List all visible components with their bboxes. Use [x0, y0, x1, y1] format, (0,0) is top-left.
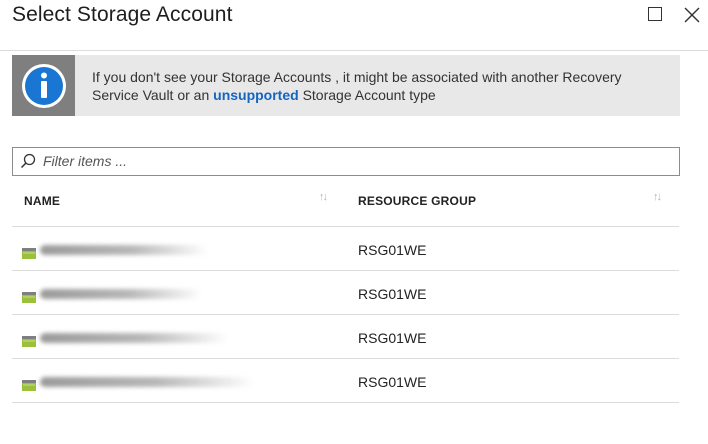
table-row[interactable]: RSG01WE [12, 227, 679, 271]
storage-account-icon [22, 248, 36, 259]
maximize-button[interactable] [646, 6, 664, 24]
close-icon [684, 7, 700, 23]
storage-accounts-table: NAME ↑↓ RESOURCE GROUP ↑↓ RSG01WE RSG01W… [12, 183, 679, 403]
blade-title: Select Storage Account [12, 3, 233, 26]
select-storage-account-blade: Select Storage Account If you don't see … [0, 0, 708, 444]
maximize-icon [648, 7, 662, 21]
resource-group-cell: RSG01WE [358, 330, 427, 346]
info-circle-icon [22, 64, 66, 108]
table-row[interactable]: RSG01WE [12, 359, 679, 403]
table-header: NAME ↑↓ RESOURCE GROUP ↑↓ [12, 183, 679, 227]
storage-account-name-redacted [40, 333, 228, 343]
unsupported-link[interactable]: unsupported [213, 87, 299, 103]
info-banner: If you don't see your Storage Accounts ,… [12, 55, 680, 116]
column-header-name[interactable]: NAME [24, 194, 60, 208]
info-icon-container [12, 55, 75, 116]
info-message: If you don't see your Storage Accounts ,… [92, 68, 672, 104]
storage-account-name-redacted [40, 245, 208, 255]
column-header-resource-group[interactable]: RESOURCE GROUP [358, 194, 476, 208]
sort-arrows-icon[interactable]: ↑↓ [653, 191, 662, 203]
resource-group-cell: RSG01WE [358, 374, 427, 390]
storage-account-icon [22, 336, 36, 347]
close-button[interactable] [683, 6, 701, 24]
storage-account-name-redacted [40, 289, 202, 299]
filter-box[interactable] [12, 147, 680, 176]
table-row[interactable]: RSG01WE [12, 271, 679, 315]
resource-group-cell: RSG01WE [358, 286, 427, 302]
table-row[interactable]: RSG01WE [12, 315, 679, 359]
filter-input[interactable] [43, 150, 663, 172]
storage-account-name-redacted [40, 377, 254, 387]
search-icon [20, 153, 36, 169]
sort-arrows-icon[interactable]: ↑↓ [319, 191, 328, 203]
info-text-after: Storage Account type [298, 87, 436, 103]
storage-account-icon [22, 292, 36, 303]
resource-group-cell: RSG01WE [358, 242, 427, 258]
storage-account-icon [22, 380, 36, 391]
blade-header: Select Storage Account [0, 0, 708, 51]
